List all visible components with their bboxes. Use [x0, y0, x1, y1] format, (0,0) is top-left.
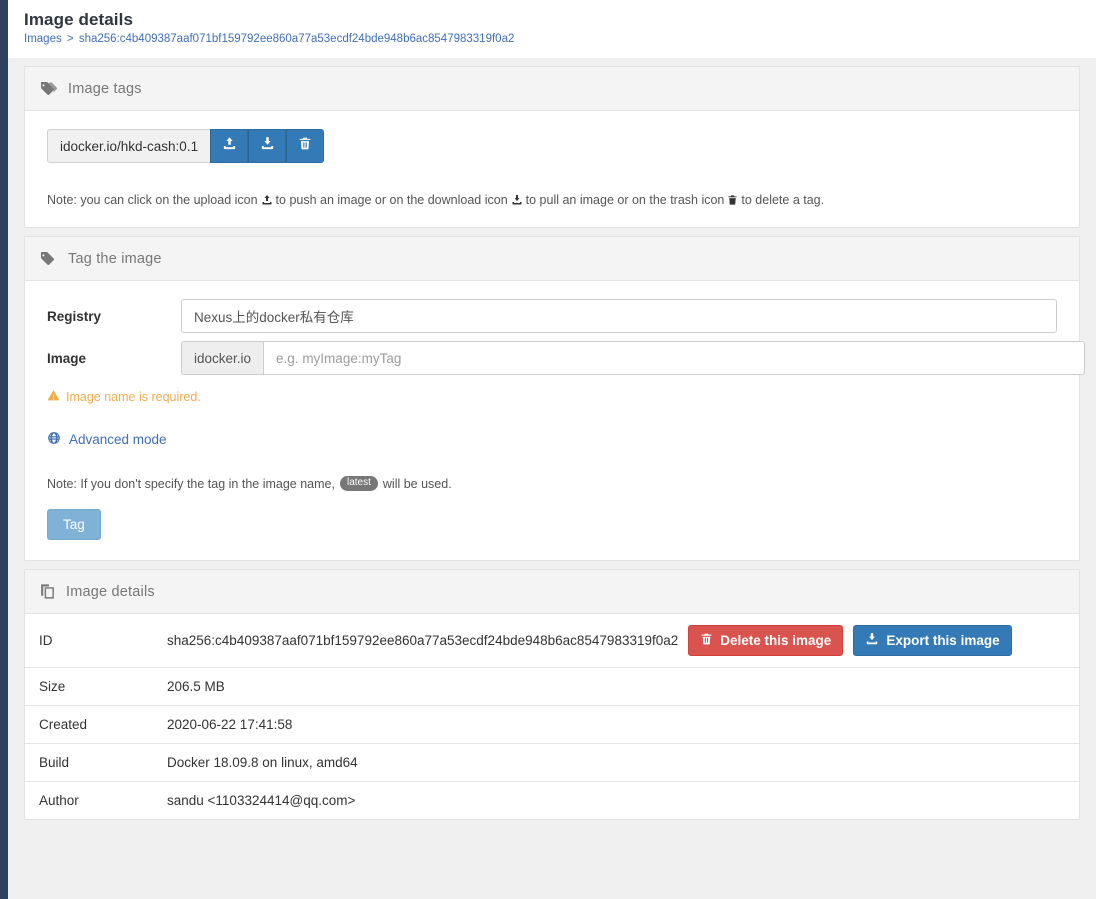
globe-icon: [47, 431, 61, 448]
id-line: sha256:c4b409387aaf071bf159792ee860a77a5…: [167, 625, 1065, 656]
page-title: Image details: [24, 10, 134, 29]
breadcrumb-images-link[interactable]: Images: [24, 33, 62, 45]
image-details-panel-header: Image details: [25, 570, 1079, 614]
image-details-panel: Image details ID sha256:c4b409387aaf071b…: [24, 569, 1080, 820]
delete-this-image-button[interactable]: Delete this image: [688, 625, 844, 656]
detail-value-id: sha256:c4b409387aaf071bf159792ee860a77a5…: [167, 633, 679, 648]
detail-value-created: 2020-06-22 17:41:58: [167, 717, 293, 732]
detail-key-id: ID: [39, 633, 53, 648]
table-row: Build Docker 18.09.8 on linux, amd64: [25, 744, 1079, 782]
trash-icon: [727, 194, 738, 206]
image-name-input[interactable]: e.g. myImage:myTag: [263, 341, 1086, 375]
image-details-panel-title: Image details: [66, 583, 155, 600]
detail-value-id-cell: sha256:c4b409387aaf071bf159792ee860a77a5…: [153, 614, 1079, 668]
image-registry-addon: idocker.io: [181, 341, 264, 375]
export-this-image-label: Export this image: [886, 633, 1000, 648]
tag-image-panel-header: Tag the image: [25, 237, 1079, 281]
tag-note-suffix: will be used.: [382, 476, 452, 491]
page-header: Image details Images > sha256:c4b409387a…: [8, 0, 1096, 58]
note-text-3: to pull an image or on the trash icon: [525, 193, 725, 207]
note-text-4: to delete a tag.: [741, 193, 825, 207]
image-tags-note: Note: you can click on the upload icon t…: [47, 193, 1057, 207]
export-this-image-button[interactable]: Export this image: [853, 625, 1012, 656]
note-text-2: to push an image or on the download icon: [275, 193, 508, 207]
image-name-error: Image name is required.: [47, 389, 1057, 405]
breadcrumb-separator: >: [66, 33, 74, 45]
page-content: Image details Images > sha256:c4b409387a…: [8, 0, 1096, 899]
note-text-1: Note: you can click on the upload icon: [47, 193, 258, 207]
table-row: Author sandu <1103324414@qq.com>: [25, 782, 1079, 820]
delete-this-image-label: Delete this image: [720, 633, 832, 648]
trash-icon: [700, 632, 713, 649]
warning-triangle-icon: [47, 389, 60, 405]
tag-note: Note: If you don't specify the tag in th…: [47, 476, 1057, 491]
latest-badge: latest: [339, 476, 378, 491]
advanced-mode-link[interactable]: Advanced mode: [47, 431, 1057, 448]
registry-field-row: Registry Nexus上的docker私有仓库: [47, 299, 1057, 333]
table-row: ID sha256:c4b409387aaf071bf159792ee860a7…: [25, 614, 1079, 668]
tag-image-panel-title: Tag the image: [68, 250, 162, 267]
app-root: Image details Images > sha256:c4b409387a…: [0, 0, 1096, 899]
breadcrumb: Images > sha256:c4b409387aaf071bf159792e…: [24, 33, 1096, 45]
download-icon: [511, 194, 523, 206]
trash-icon: [298, 136, 312, 156]
upload-icon: [222, 136, 237, 156]
push-tag-button[interactable]: [210, 129, 249, 163]
tag-name-label: idocker.io/hkd-cash:0.1: [47, 129, 211, 163]
detail-key-size: Size: [39, 679, 66, 694]
registry-label: Registry: [47, 308, 102, 324]
upload-icon: [261, 194, 273, 206]
download-icon: [865, 632, 879, 649]
image-tags-panel: Image tags idocker.io/hkd-cash:0.1 Note:…: [24, 66, 1080, 228]
detail-key-build: Build: [39, 755, 70, 770]
advanced-mode-label: Advanced mode: [69, 432, 167, 447]
delete-tag-button[interactable]: [286, 129, 325, 163]
download-icon: [260, 136, 275, 156]
sidebar-rail: [0, 0, 8, 899]
image-name-error-text: Image name is required.: [66, 390, 201, 404]
image-tags-panel-title: Image tags: [68, 80, 142, 97]
tags-icon: [39, 79, 58, 98]
tag-image-panel: Tag the image Registry Nexus上的docker私有仓库…: [24, 236, 1086, 561]
detail-value-build: Docker 18.09.8 on linux, amd64: [167, 755, 358, 770]
tag-image-panel-body: Registry Nexus上的docker私有仓库 Image idocker…: [25, 281, 1086, 560]
image-field-row: Image idocker.io e.g. myImage:myTag: [47, 341, 1086, 375]
breadcrumb-current: sha256:c4b409387aaf071bf159792ee860a77a5…: [78, 33, 515, 45]
table-row: Size 206.5 MB: [25, 668, 1079, 706]
image-tags-panel-body: idocker.io/hkd-cash:0.1 Note: you can cl…: [25, 111, 1079, 227]
detail-key-created: Created: [39, 717, 88, 732]
tag-icon: [39, 249, 58, 268]
detail-value-size: 206.5 MB: [167, 679, 225, 694]
table-row: Created 2020-06-22 17:41:58: [25, 706, 1079, 744]
image-details-table: ID sha256:c4b409387aaf071bf159792ee860a7…: [25, 614, 1079, 819]
tag-button[interactable]: Tag: [47, 509, 101, 540]
registry-select[interactable]: Nexus上的docker私有仓库: [181, 299, 1057, 333]
tag-row: idocker.io/hkd-cash:0.1: [47, 129, 1057, 163]
clone-icon: [39, 583, 56, 600]
image-input-group: idocker.io e.g. myImage:myTag: [181, 341, 1086, 375]
image-label: Image: [47, 350, 87, 366]
tag-note-prefix: Note: If you don't specify the tag in th…: [47, 476, 335, 491]
image-tags-panel-header: Image tags: [25, 67, 1079, 111]
detail-key-author: Author: [39, 793, 79, 808]
detail-value-author: sandu <1103324414@qq.com>: [167, 793, 356, 808]
pull-tag-button[interactable]: [248, 129, 287, 163]
